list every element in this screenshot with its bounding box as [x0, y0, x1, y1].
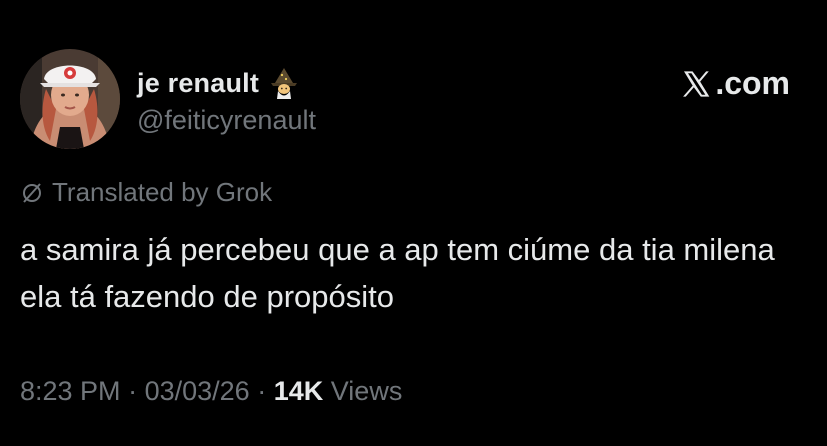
translation-notice: Translated by Grok: [20, 177, 272, 208]
meta-separator-2: ·: [257, 376, 267, 406]
tweet-meta: 8:23 PM · 03/03/26 · 14K Views: [20, 376, 402, 407]
tweet-body: a samira já percebeu que a ap tem ciúme …: [20, 232, 775, 314]
author-name-row: je renault: [137, 65, 301, 101]
translate-icon: [23, 182, 41, 203]
brand-watermark: .com: [679, 65, 790, 102]
x-logo-icon: [683, 70, 710, 97]
avatar[interactable]: [20, 49, 120, 149]
mage-emoji-icon: [271, 68, 298, 99]
tweet-header: je renault @feiticyrenault .com: [20, 49, 810, 149]
brand-domain-label: .com: [715, 65, 790, 101]
author-handle[interactable]: @feiticyrenault: [137, 105, 316, 136]
meta-separator: ·: [128, 376, 138, 406]
tweet-date[interactable]: 03/03/26: [145, 376, 250, 406]
views-count: 14K: [273, 376, 324, 406]
views-label: Views: [330, 376, 403, 406]
author-display-name[interactable]: je renault: [137, 68, 259, 99]
translation-label: Translated by Grok: [52, 177, 273, 207]
avatar-photo: [20, 49, 120, 149]
tweet-time[interactable]: 8:23 PM: [20, 376, 121, 406]
